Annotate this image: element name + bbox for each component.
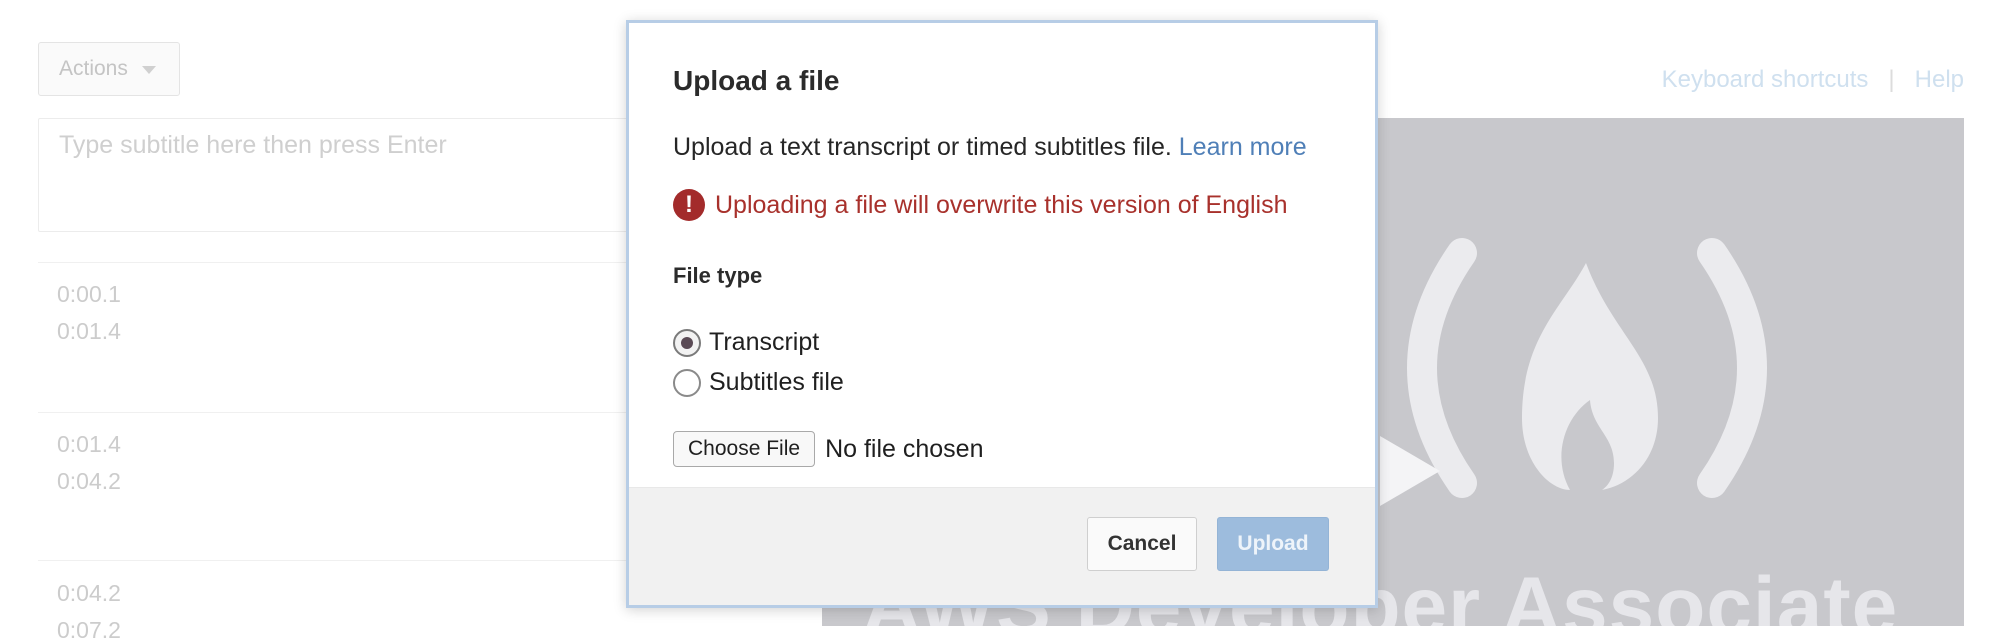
actions-dropdown-button[interactable]: Actions xyxy=(38,42,180,96)
subtitles-file-label[interactable]: Subtitles file xyxy=(709,368,844,397)
cue-start-time[interactable]: 0:04.2 xyxy=(57,582,121,605)
file-picker: Choose File No file chosen xyxy=(673,431,984,467)
help-link[interactable]: Help xyxy=(1915,66,1964,94)
dialog-description: Upload a text transcript or timed subtit… xyxy=(673,133,1307,162)
file-status-text: No file chosen xyxy=(825,434,984,463)
upload-file-dialog: Upload a file Upload a text transcript o… xyxy=(626,20,1378,608)
exclamation-icon: ! xyxy=(673,189,705,221)
cue-divider xyxy=(38,262,678,263)
cue-end-time[interactable]: 0:04.2 xyxy=(57,470,121,493)
learn-more-link[interactable]: Learn more xyxy=(1179,133,1307,161)
transcript-radio[interactable] xyxy=(673,328,701,357)
subtitles-file-radio[interactable] xyxy=(673,368,701,397)
header-links: Keyboard shortcuts | Help xyxy=(1662,66,1964,94)
dialog-footer: Cancel Upload xyxy=(629,487,1375,605)
cancel-button[interactable]: Cancel xyxy=(1087,517,1197,571)
file-type-label: File type xyxy=(673,263,763,288)
dialog-title: Upload a file xyxy=(673,65,840,96)
radio-option-subtitles-file[interactable]: Subtitles file xyxy=(673,368,844,397)
dialog-body: Upload a file Upload a text transcript o… xyxy=(629,23,1375,491)
subtitle-input[interactable]: Type subtitle here then press Enter xyxy=(38,118,678,232)
warning-text: Uploading a file will overwrite this ver… xyxy=(715,190,1288,219)
overwrite-warning: ! Uploading a file will overwrite this v… xyxy=(673,189,1288,221)
transcript-label[interactable]: Transcript xyxy=(709,328,819,357)
keyboard-shortcuts-link[interactable]: Keyboard shortcuts xyxy=(1662,66,1869,94)
cue-divider xyxy=(38,412,678,413)
cue-start-time[interactable]: 0:01.4 xyxy=(57,433,121,456)
cue-divider xyxy=(38,560,678,561)
chevron-down-icon xyxy=(141,66,156,74)
link-separator: | xyxy=(1888,66,1895,93)
description-text: Upload a text transcript or timed subtit… xyxy=(673,133,1172,161)
upload-button[interactable]: Upload xyxy=(1217,517,1329,571)
choose-file-button[interactable]: Choose File xyxy=(673,431,816,467)
cue-end-time[interactable]: 0:07.2 xyxy=(57,619,121,642)
cue-end-time[interactable]: 0:01.4 xyxy=(57,320,121,343)
actions-label: Actions xyxy=(59,57,128,80)
subtitle-input-placeholder: Type subtitle here then press Enter xyxy=(59,131,447,159)
radio-option-transcript[interactable]: Transcript xyxy=(673,328,819,357)
cue-start-time[interactable]: 0:00.1 xyxy=(57,283,121,306)
